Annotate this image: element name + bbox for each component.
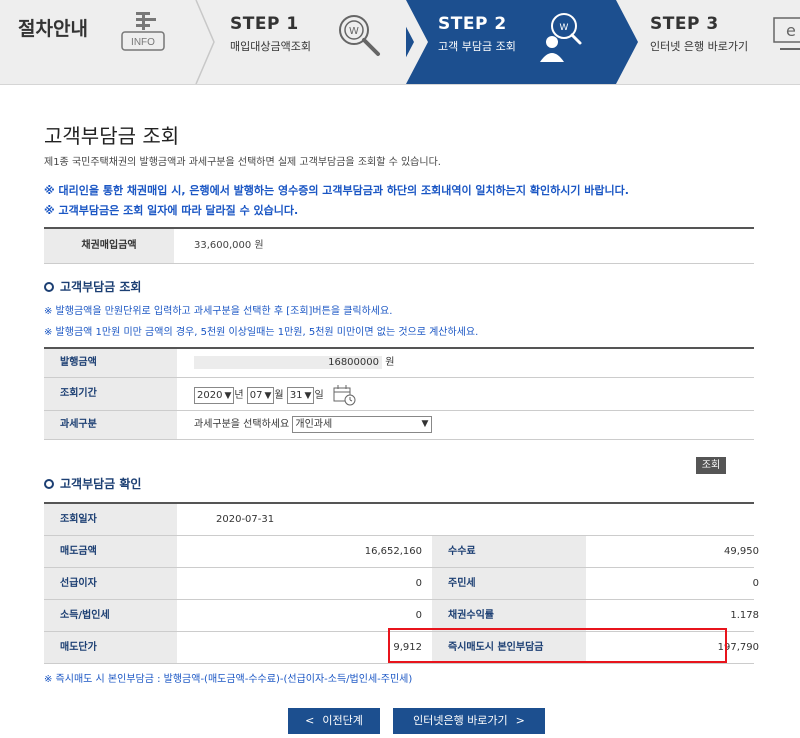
step-1-label: 매입대상금액조회	[230, 40, 311, 53]
year-unit: 년	[234, 390, 244, 401]
tax-row: 과세구분 과세구분을 선택하세요 개인과세 ▼	[44, 411, 754, 440]
query-hint-2: ※ 발행금액 1만원 미만 금액의 경우, 5천원 이상일때는 1만원, 5천원…	[44, 327, 479, 338]
tax-select[interactable]: 개인과세 ▼	[292, 415, 433, 433]
issue-amount-unit: 원	[385, 357, 395, 368]
issue-amount-label: 발행금액	[44, 349, 177, 377]
page-title: 고객부담금 조회	[44, 124, 180, 148]
row-value: 0	[415, 610, 422, 621]
notice-agent: ※ 대리인을 통한 채권매입 시, 은행에서 발행하는 영수증의 고객부담금과 …	[44, 184, 629, 197]
period-label: 조회기간	[44, 378, 177, 410]
row-label: 주민세	[432, 568, 586, 599]
step-navigation: 절차안내 INFO STEP 1 매입대상금액조회 W STEP 2 고객 부담…	[0, 0, 800, 85]
issue-amount-row: 발행금액 16800000 원	[44, 349, 754, 378]
query-button[interactable]: 조회	[696, 457, 726, 474]
calendar-icon[interactable]	[333, 384, 357, 406]
guide-title: 절차안내	[18, 18, 88, 40]
year-select[interactable]: 2020 ▼	[194, 387, 235, 404]
internet-bank-button[interactable]: 인터넷은행 바로가기 >	[393, 708, 545, 734]
formula-note: ※ 즉시매도 시 본인부담금 : 발행금액-(매도금액-수수료)-(선급이자-소…	[44, 674, 413, 685]
notice-date: ※ 고객부담금은 조회 일자에 따라 달라질 수 있습니다.	[44, 204, 299, 217]
row-value: 0	[415, 578, 422, 589]
step-2-label: 고객 부담금 조회	[438, 40, 516, 53]
query-form: 발행금액 16800000 원 조회기간 2020 ▼ 년 07 ▼ 월 31 ▼ 일 과세…	[44, 347, 754, 440]
table-row: 선급이자 0 주민세 0	[44, 568, 759, 600]
step-3[interactable]: STEP 3 인터넷 은행 바로가기 e	[650, 0, 800, 84]
row-label: 수수료	[432, 536, 586, 567]
table-row: 조회일자 2020-07-31	[44, 504, 754, 536]
row-label: 선급이자	[44, 568, 177, 599]
tax-prompt: 과세구분을 선택하세요	[194, 419, 290, 430]
purchase-amount-label: 채권매입금액	[44, 229, 174, 263]
row-label: 매도금액	[44, 536, 177, 567]
page-description: 제1종 국민주택채권의 발행금액과 과세구분을 선택하면 실제 고객부담금을 조…	[44, 157, 441, 168]
tax-label: 과세구분	[44, 411, 177, 439]
result-section-title: 고객부담금 확인	[44, 475, 141, 492]
period-row: 조회기간 2020 ▼ 년 07 ▼ 월 31 ▼ 일	[44, 378, 754, 411]
internet-bank-label: 인터넷은행 바로가기	[413, 714, 508, 727]
row-label: 채권수익률	[432, 600, 586, 631]
won-search-icon: W	[339, 15, 380, 56]
prev-step-button[interactable]: < 이전단계	[288, 708, 380, 734]
chevron-right-icon: >	[515, 714, 525, 727]
step-2[interactable]: STEP 2 고객 부담금 조회 W	[438, 0, 608, 84]
chevron-left-icon: <	[305, 714, 315, 727]
date-label: 조회일자	[44, 504, 177, 535]
step-2-title: STEP 2	[438, 14, 507, 34]
chevron-active-start-icon	[392, 0, 428, 84]
issue-amount-input[interactable]: 16800000	[194, 355, 382, 369]
svg-text:INFO: INFO	[131, 37, 155, 48]
day-select[interactable]: 31 ▼	[286, 387, 315, 404]
highlight-frame	[388, 628, 727, 663]
row-value: 16,652,160	[364, 546, 422, 557]
row-value: 49,950	[724, 546, 759, 557]
bullet-icon	[44, 478, 54, 489]
purchase-amount-box: 채권매입금액 33,600,000 원	[44, 227, 754, 264]
svg-text:W: W	[560, 23, 569, 33]
query-hint-1: ※ 발행금액을 만원단위로 입력하고 과세구분을 선택한 후 [조회]버튼을 클…	[44, 306, 393, 317]
bullet-icon	[44, 281, 54, 292]
month-select[interactable]: 07 ▼	[246, 387, 275, 404]
row-label: 소득/법인세	[44, 600, 177, 631]
day-unit: 일	[314, 390, 324, 401]
step-1[interactable]: STEP 1 매입대상금액조회 W	[230, 0, 400, 84]
step-1-title: STEP 1	[230, 14, 299, 34]
step-3-title: STEP 3	[650, 14, 719, 34]
prev-step-label: 이전단계	[322, 714, 363, 727]
date-value: 2020-07-31	[216, 514, 275, 525]
row-value: 0	[752, 578, 759, 589]
step-3-label: 인터넷 은행 바로가기	[650, 40, 749, 53]
customer-search-icon: W	[540, 13, 582, 62]
chevron-active-end-icon	[614, 0, 638, 84]
internet-explorer-icon: e	[773, 17, 800, 50]
row-value: 1.178	[730, 610, 759, 621]
query-section-title: 고객부담금 조회	[44, 278, 141, 295]
table-row: 매도금액 16,652,160 수수료 49,950	[44, 536, 759, 568]
chevron-divider-icon	[195, 0, 215, 84]
month-unit: 월	[274, 390, 284, 401]
svg-text:W: W	[349, 26, 359, 37]
purchase-amount-value: 33,600,000 원	[194, 240, 264, 251]
row-label: 매도단가	[44, 632, 177, 663]
info-icon: INFO	[118, 8, 172, 62]
svg-text:e: e	[786, 21, 796, 40]
